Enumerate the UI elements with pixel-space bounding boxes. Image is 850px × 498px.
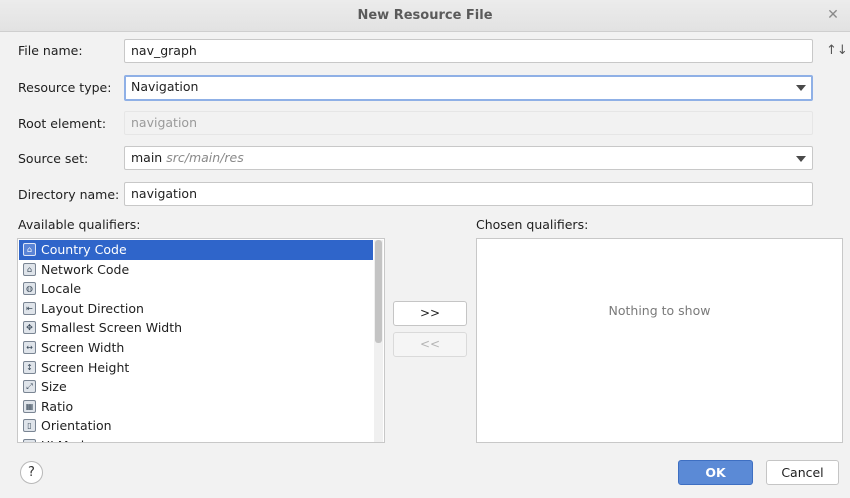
qualifier-label: Country Code <box>41 242 127 257</box>
qualifier-item[interactable]: ▭ UI Mode <box>19 436 373 442</box>
qualifier-item[interactable]: ↔ Screen Width <box>19 338 373 358</box>
source-set-path: src/main/res <box>166 150 244 165</box>
qualifier-label: Ratio <box>41 398 74 414</box>
ui-mode-icon: ▭ <box>23 439 36 442</box>
chosen-qualifiers-label: Chosen qualifiers: <box>476 217 589 232</box>
resource-type-value: Navigation <box>131 79 199 94</box>
screen-height-icon: ↕ <box>23 360 36 374</box>
source-set-dropdown[interactable]: main src/main/res <box>124 146 813 170</box>
qualifier-item[interactable]: ⤢ Size <box>19 377 373 397</box>
qualifier-item[interactable]: ↕ Screen Height <box>19 358 373 378</box>
ok-button[interactable]: OK <box>678 460 753 485</box>
resource-type-label: Resource type: <box>18 80 112 95</box>
qualifier-item[interactable]: ✥ Smallest Screen Width <box>19 318 373 338</box>
qualifier-item[interactable]: ▯ Orientation <box>19 416 373 436</box>
directory-name-field[interactable]: navigation <box>124 182 813 206</box>
chosen-qualifiers-list[interactable]: Nothing to show <box>476 238 843 443</box>
globe-icon: ◍ <box>23 282 36 296</box>
empty-state-text: Nothing to show <box>608 303 711 318</box>
sort-icon[interactable]: ↑↓ <box>826 42 848 60</box>
resource-type-dropdown[interactable]: Navigation <box>124 75 813 101</box>
file-name-value: nav_graph <box>131 43 197 58</box>
available-qualifiers-list[interactable]: ⌂ Country Code ⌂ Network Code ◍ Locale ⇤ Layout… <box>17 238 385 443</box>
chevron-down-icon <box>796 85 806 91</box>
remove-qualifier-button[interactable]: << <box>393 332 467 357</box>
qualifier-label: Screen Height <box>41 359 130 375</box>
smallest-width-icon: ✥ <box>23 321 36 335</box>
qualifier-item[interactable]: ▦ Ratio <box>19 397 373 417</box>
network-code-icon: ⌂ <box>23 262 36 276</box>
list-scrollbar[interactable] <box>374 240 383 442</box>
dialog-title: New Resource File <box>357 8 493 23</box>
source-set-label: Source set: <box>18 151 89 166</box>
ratio-icon: ▦ <box>23 399 36 413</box>
qualifier-item[interactable]: ⇤ Layout Direction <box>19 299 373 319</box>
qualifier-label: Network Code <box>41 261 130 277</box>
layout-direction-icon: ⇤ <box>23 301 36 315</box>
qualifier-label: Orientation <box>41 418 112 434</box>
source-set-value: main <box>131 150 163 165</box>
root-element-label: Root element: <box>18 116 107 131</box>
qualifier-label: Layout Direction <box>41 300 144 316</box>
scrollbar-thumb[interactable] <box>375 240 382 343</box>
chevron-down-icon <box>796 156 806 162</box>
qualifier-label: Locale <box>41 281 82 297</box>
directory-name-label: Directory name: <box>18 187 120 202</box>
help-button[interactable]: ? <box>20 461 43 484</box>
qualifier-label: UI Mode <box>41 438 92 442</box>
directory-name-value: navigation <box>131 186 197 201</box>
size-icon: ⤢ <box>23 380 36 394</box>
close-icon[interactable]: ✕ <box>824 6 842 24</box>
add-qualifier-button[interactable]: >> <box>393 301 467 326</box>
orientation-icon: ▯ <box>23 419 36 433</box>
cancel-button[interactable]: Cancel <box>766 460 839 485</box>
screen-width-icon: ↔ <box>23 341 36 354</box>
qualifier-item[interactable]: ⌂ Network Code <box>19 260 373 280</box>
qualifier-label: Size <box>41 379 67 395</box>
qualifier-label: Screen Width <box>41 340 125 355</box>
available-qualifiers-label: Available qualifiers: <box>18 217 141 232</box>
qualifier-item[interactable]: ⌂ Country Code <box>19 240 373 260</box>
qualifier-label: Smallest Screen Width <box>41 320 183 336</box>
qualifier-item[interactable]: ◍ Locale <box>19 279 373 299</box>
file-name-label: File name: <box>18 43 83 58</box>
root-element-field: navigation <box>124 111 813 135</box>
country-code-icon: ⌂ <box>23 243 36 256</box>
title-bar: New Resource File ✕ <box>0 0 850 32</box>
file-name-field[interactable]: nav_graph <box>124 39 813 63</box>
root-element-value: navigation <box>131 115 197 130</box>
